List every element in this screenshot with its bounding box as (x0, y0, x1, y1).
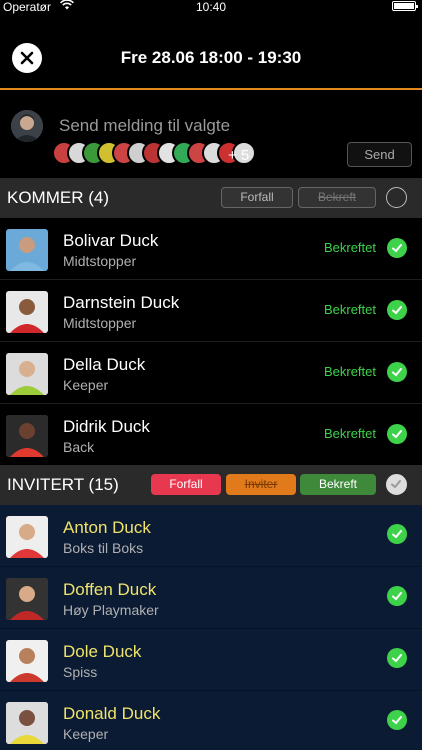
status-label: Bekreftet (323, 364, 376, 379)
clock: 10:40 (195, 0, 227, 14)
forfall-button[interactable]: Forfall (221, 187, 293, 208)
section-label: INVITERT (15) (7, 475, 119, 494)
battery-icon (392, 1, 418, 11)
list-item[interactable]: Anton Duck Boks til Boks (0, 505, 422, 567)
avatar (6, 415, 48, 457)
avatar (11, 110, 43, 142)
check-icon[interactable] (387, 648, 407, 668)
list-item[interactable]: Didrik Duck Back Bekreftet (0, 404, 422, 466)
more-recipients-count: + 5 (228, 147, 250, 164)
list-item[interactable]: Della Duck Keeper Bekreftet (0, 342, 422, 404)
player-name: Donald Duck (63, 704, 161, 723)
avatar (6, 702, 48, 744)
player-name: Darnstein Duck (63, 293, 180, 312)
player-name: Della Duck (63, 355, 146, 374)
select-all-toggle[interactable] (386, 187, 407, 208)
message-compose: Send melding til valgte + 5 Send (0, 90, 422, 178)
player-name: Doffen Duck (63, 580, 157, 599)
player-name: Anton Duck (63, 518, 151, 537)
list-item[interactable]: Dole Duck Spiss (0, 629, 422, 691)
nav-header: Fre 28.06 18:00 - 19:30 (0, 14, 422, 88)
bekreft-button[interactable]: Bekreft (298, 187, 376, 208)
check-icon[interactable] (387, 524, 407, 544)
player-name: Didrik Duck (63, 417, 150, 436)
check-icon[interactable] (387, 710, 407, 730)
select-all-toggle[interactable] (386, 474, 407, 495)
check-icon[interactable] (387, 424, 407, 444)
player-role: Midtstopper (63, 253, 137, 269)
avatar (6, 640, 48, 682)
check-icon[interactable] (387, 300, 407, 320)
list-item[interactable]: Donald Duck Keeper (0, 691, 422, 750)
inviter-button[interactable]: Inviter (226, 474, 296, 495)
section-kommer: KOMMER (4) Forfall Bekreft (0, 178, 422, 218)
forfall-button[interactable]: Forfall (151, 474, 221, 495)
status-label: Bekreftet (323, 302, 376, 317)
player-name: Bolivar Duck (63, 231, 159, 250)
section-invitert: INVITERT (15) Forfall Inviter Bekreft (0, 465, 422, 505)
selected-recipients (52, 141, 256, 167)
avatar (6, 291, 48, 333)
player-role: Boks til Boks (63, 540, 144, 556)
status-bar: Operatør 10:40 (0, 0, 422, 14)
player-role: Midtstopper (63, 315, 137, 331)
list-item[interactable]: Bolivar Duck Midtstopper Bekreftet (0, 218, 422, 280)
send-button[interactable]: Send (347, 142, 412, 167)
list-item[interactable]: Doffen Duck Høy Playmaker (0, 567, 422, 629)
list-item[interactable]: Darnstein Duck Midtstopper Bekreftet (0, 280, 422, 342)
player-role: Høy Playmaker (63, 602, 159, 618)
check-icon[interactable] (387, 238, 407, 258)
check-icon[interactable] (387, 362, 407, 382)
player-name: Dole Duck (63, 642, 142, 661)
section-label: KOMMER (4) (7, 188, 109, 207)
player-role: Back (63, 439, 95, 455)
bekreft-button[interactable]: Bekreft (300, 474, 376, 495)
player-role: Keeper (63, 726, 109, 742)
page-title: Fre 28.06 18:00 - 19:30 (120, 48, 302, 67)
avatar (6, 353, 48, 395)
avatar (6, 229, 48, 271)
check-icon[interactable] (387, 586, 407, 606)
status-label: Bekreftet (323, 240, 376, 255)
player-role: Spiss (63, 664, 98, 680)
avatar (6, 578, 48, 620)
message-input[interactable]: Send melding til valgte (59, 116, 230, 136)
status-label: Bekreftet (323, 426, 376, 441)
player-role: Keeper (63, 377, 109, 393)
avatar (6, 516, 48, 558)
